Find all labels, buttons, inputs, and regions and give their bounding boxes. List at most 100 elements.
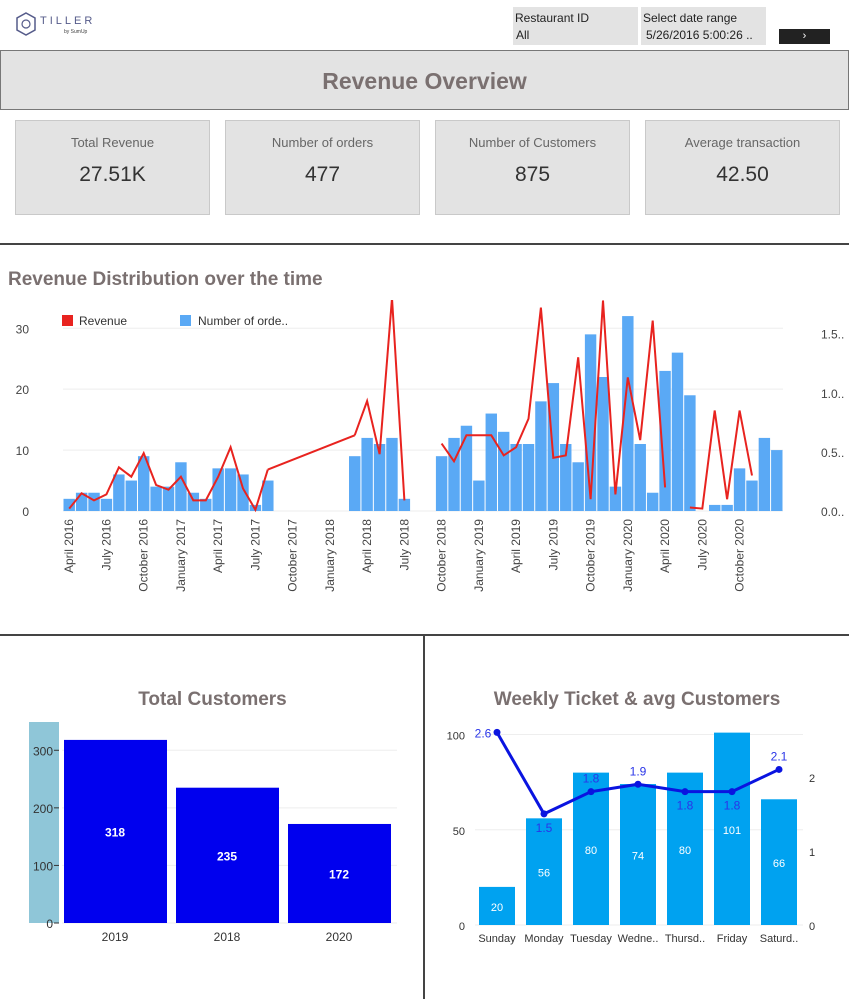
y-tick-label-right: 0 (809, 921, 815, 933)
y-tick-label-right: 0.5.. (821, 446, 844, 460)
line-value-label: 1.5 (536, 821, 553, 835)
bar-value-label: 101 (723, 825, 741, 837)
orders-bar (175, 462, 187, 511)
orders-bar (398, 498, 411, 511)
restaurant-id-label: Restaurant ID (515, 11, 590, 25)
revenue-line (267, 434, 356, 471)
bar-value-label: 20 (491, 902, 503, 914)
y-tick-label: 200 (33, 802, 53, 816)
y-tick-label-left: 0 (459, 921, 465, 933)
line-value-label: 1.8 (724, 799, 741, 813)
kpi-number-of-customers: Number of Customers 875 (435, 120, 630, 215)
x-tick-label: Tuesday (570, 933, 612, 945)
orders-bar (572, 462, 584, 511)
line-value-label: 2.1 (771, 749, 788, 763)
legend-label: Revenue (79, 314, 127, 328)
date-range-filter[interactable]: Select date range 5/26/2016 5:00:26 .. (641, 7, 766, 45)
orders-bar (187, 492, 200, 511)
orders-bar (597, 377, 609, 511)
page-title-bar: Revenue Overview (0, 50, 849, 110)
orders-bar (485, 413, 497, 511)
date-range-label: Select date range (643, 11, 738, 25)
kpi-label: Average transaction (684, 135, 801, 150)
x-tick-label: April 2016 (62, 519, 76, 573)
bar-value-label: 80 (585, 845, 597, 857)
weekly-chart-title: Weekly Ticket & avg Customers (493, 689, 781, 710)
bar-value-label: 66 (773, 858, 785, 870)
x-tick-label: October 2017 (286, 519, 300, 592)
y-tick-label-left: 10 (16, 444, 30, 458)
avg-customers-point (775, 765, 783, 773)
kpi-average-transaction: Average transaction 42.50 (645, 120, 840, 215)
y-tick-label-left: 20 (16, 383, 30, 397)
x-tick-label: October 2019 (584, 519, 598, 592)
y-tick-label-left: 0 (22, 505, 29, 519)
orders-bar (634, 444, 646, 511)
x-tick-label: Friday (717, 933, 748, 945)
bar-value-label: 172 (329, 867, 349, 881)
x-tick-label: October 2018 (435, 519, 449, 592)
kpi-value: 477 (304, 163, 341, 186)
legend-label: Number of orde.. (198, 314, 288, 328)
x-tick-label: Wedne.. (618, 933, 659, 945)
y-tick-label-left: 100 (447, 731, 465, 743)
kpi-number-of-orders: Number of orders 477 (225, 120, 420, 215)
revenue-chart-title: Revenue Distribution over the time (8, 269, 323, 290)
kpi-label: Number of Customers (468, 135, 597, 150)
weekly-ticket-chart: 0 50 100 0 1 2 20 Sunday 56 Monday 80 Tuesday 74 Wedn… (447, 726, 815, 945)
avg-customers-point (728, 788, 736, 796)
orders-bar (100, 498, 113, 511)
x-tick-label: July 2018 (397, 519, 411, 571)
y-tick-label: 0 (46, 917, 53, 931)
orders-bar (150, 486, 162, 511)
orders-bar (125, 480, 137, 511)
x-tick-label: April 2017 (211, 519, 225, 573)
orders-bar (510, 444, 522, 511)
orders-bar (709, 504, 721, 511)
x-tick-label: April 2020 (658, 519, 672, 573)
orders-bar (473, 480, 485, 511)
orders-bar (88, 492, 100, 511)
y-tick-label: 300 (33, 744, 53, 758)
x-tick-label: July 2020 (695, 519, 709, 571)
x-tick-label: October 2016 (137, 519, 151, 592)
x-tick-label: Monday (524, 933, 564, 945)
x-tick-label: 2018 (214, 930, 241, 944)
kpi-label: Number of orders (271, 135, 374, 150)
page-title: Revenue Overview (322, 68, 527, 94)
apply-button[interactable]: › (779, 29, 830, 44)
orders-bar (646, 492, 659, 511)
logo-text: TILLER (40, 15, 96, 27)
tiller-logo-icon (16, 12, 36, 36)
y-tick-label-right: 0.0.. (821, 505, 844, 519)
kpi-value: 875 (514, 163, 551, 186)
y-tick-label-right: 1 (809, 847, 815, 859)
x-tick-label: Thursd.. (665, 933, 705, 945)
kpi-value: 27.51K (79, 163, 146, 186)
bar-value-label: 235 (217, 849, 237, 863)
x-tick-label: 2019 (102, 930, 129, 944)
x-tick-label: July 2016 (99, 519, 113, 571)
avg-customers-point (540, 810, 548, 818)
orders-bar (771, 450, 783, 511)
avg-customers-point (634, 780, 642, 788)
orders-bar (224, 468, 237, 511)
orders-bar (733, 468, 746, 511)
orders-bar (237, 474, 249, 511)
orders-bar (113, 474, 125, 511)
bar-value-label: 56 (538, 868, 550, 880)
orders-bar (460, 425, 473, 511)
restaurant-id-filter[interactable]: Restaurant ID All (513, 7, 638, 45)
kpi-value: 42.50 (716, 163, 769, 186)
orders-bar (361, 437, 373, 511)
avg-customers-point (681, 788, 689, 796)
orders-bar (349, 456, 361, 511)
x-tick-label: January 2020 (621, 519, 635, 592)
x-tick-label: Sunday (478, 933, 516, 945)
y-tick-label: 100 (33, 859, 53, 873)
x-tick-label: January 2019 (472, 519, 486, 592)
revenue-distribution-chart: 0 10 20 30 0.0.. 0.5.. 1.0.. 1.5.. April 2016 Jul… (16, 300, 844, 592)
customers-chart-title: Total Customers (138, 689, 287, 710)
bar-value-label: 80 (679, 845, 691, 857)
avg-customers-point (493, 728, 501, 736)
